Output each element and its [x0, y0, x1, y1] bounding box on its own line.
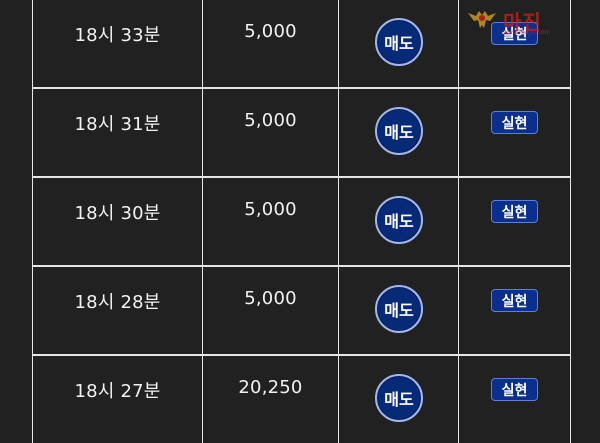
status-badge: 실현: [491, 378, 538, 401]
action-cell: 매도: [339, 0, 459, 87]
status-cell: 실현: [459, 356, 570, 443]
trade-time: 18시 28분: [74, 292, 161, 313]
action-cell: 매도: [339, 178, 459, 265]
trade-time: 18시 27분: [74, 381, 161, 402]
time-cell: 18시 27분: [33, 356, 203, 443]
trade-history-table: 18시 33분 5,000 매도 실현 18시 31분 5,000 매도 실현 …: [32, 0, 571, 443]
table-row: 18시 30분 5,000 매도 실현: [33, 178, 570, 267]
trade-amount: 5,000: [244, 21, 297, 42]
sell-button[interactable]: 매도: [375, 374, 423, 422]
trade-time: 18시 31분: [74, 114, 161, 135]
amount-cell: 5,000: [203, 178, 339, 265]
status-cell: 실현: [459, 89, 570, 176]
watermark-subtext: www.majin.com: [503, 29, 551, 36]
action-cell: 매도: [339, 89, 459, 176]
sell-button[interactable]: 매도: [375, 107, 423, 155]
status-cell: 실현: [459, 178, 570, 265]
sell-button[interactable]: 매도: [375, 18, 423, 66]
amount-cell: 20,250: [203, 356, 339, 443]
status-badge: 실현: [491, 111, 538, 134]
table-row: 18시 31분 5,000 매도 실현: [33, 89, 570, 178]
site-watermark: 마진 www.majin.com: [463, 2, 598, 36]
trade-amount: 5,000: [244, 110, 297, 131]
amount-cell: 5,000: [203, 89, 339, 176]
trade-amount: 20,250: [238, 377, 303, 398]
time-cell: 18시 31분: [33, 89, 203, 176]
trade-amount: 5,000: [244, 199, 297, 220]
status-cell: 실현: [459, 267, 570, 354]
trade-time: 18시 30분: [74, 203, 161, 224]
trade-amount: 5,000: [244, 288, 297, 309]
amount-cell: 5,000: [203, 0, 339, 87]
action-cell: 매도: [339, 267, 459, 354]
sell-button[interactable]: 매도: [375, 196, 423, 244]
time-cell: 18시 30분: [33, 178, 203, 265]
eagle-emblem-icon: [468, 11, 496, 28]
sell-button[interactable]: 매도: [375, 285, 423, 333]
trade-time: 18시 33분: [74, 25, 161, 46]
time-cell: 18시 28분: [33, 267, 203, 354]
status-badge: 실현: [491, 289, 538, 312]
table-row: 18시 27분 20,250 매도 실현: [33, 356, 570, 443]
table-row: 18시 28분 5,000 매도 실현: [33, 267, 570, 356]
amount-cell: 5,000: [203, 267, 339, 354]
status-badge: 실현: [491, 200, 538, 223]
time-cell: 18시 33분: [33, 0, 203, 87]
trade-history-page: 18시 33분 5,000 매도 실현 18시 31분 5,000 매도 실현 …: [0, 0, 600, 443]
action-cell: 매도: [339, 356, 459, 443]
